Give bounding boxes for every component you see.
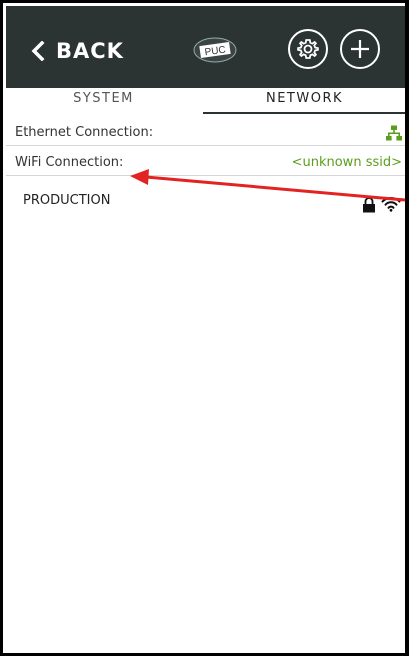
- plus-icon: [351, 40, 369, 58]
- back-button[interactable]: BACK: [30, 36, 124, 66]
- wifi-status-row: WiFi Connection: <unknown ssid>: [6, 150, 405, 176]
- wifi-label: WiFi Connection:: [15, 155, 124, 170]
- gear-icon: [297, 39, 319, 59]
- back-label: BACK: [56, 39, 124, 63]
- top-bar: BACK PUC: [6, 6, 405, 88]
- tab-bar: SYSTEM NETWORK: [6, 88, 405, 114]
- ethernet-label: Ethernet Connection:: [15, 125, 154, 140]
- network-ssid: PRODUCTION: [23, 193, 111, 208]
- tab-network[interactable]: NETWORK: [201, 88, 405, 114]
- ethernet-status-row: Ethernet Connection:: [6, 120, 405, 146]
- settings-button[interactable]: [288, 29, 328, 69]
- wifi-icon: [381, 197, 401, 212]
- add-button[interactable]: [340, 29, 380, 69]
- active-tab-indicator: [203, 112, 405, 114]
- app-frame: BACK PUC SYSTEM NETWORK Ethernet Connect…: [0, 0, 409, 656]
- network-connected-icon: [386, 125, 402, 141]
- wifi-ssid-value: <unknown ssid>: [291, 155, 402, 170]
- chevron-left-icon: [31, 41, 45, 61]
- lock-icon: [363, 197, 375, 213]
- tab-system[interactable]: SYSTEM: [6, 88, 201, 114]
- puc-logo: PUC: [193, 37, 237, 63]
- network-list-item[interactable]: PRODUCTION: [6, 179, 405, 225]
